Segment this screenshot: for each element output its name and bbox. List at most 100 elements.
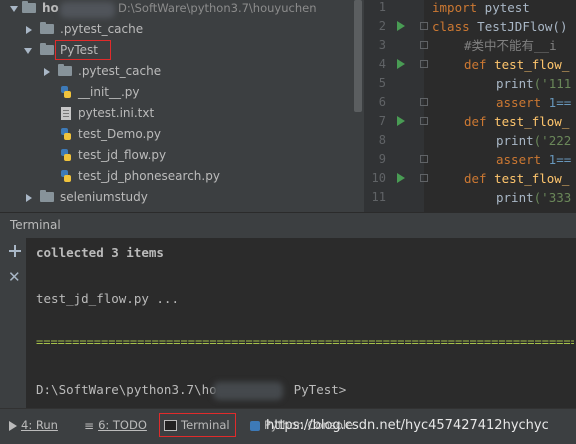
python-file-icon (60, 170, 72, 183)
line-number: 6 (378, 95, 386, 109)
code-builtin: print (496, 190, 534, 205)
code-function: test_flow_ (486, 114, 570, 129)
code-keyword: assert (496, 152, 542, 167)
run-tool-label: 4: Run (21, 418, 58, 432)
project-tree: ho D:\SoftWare\python3.7\houyuchen .pyte… (0, 0, 364, 212)
tree-scrollbar[interactable] (354, 0, 362, 112)
todo-tool-label: 6: TODO (98, 418, 147, 432)
run-test-icon[interactable] (397, 59, 405, 69)
run-test-icon[interactable] (397, 116, 405, 126)
tree-item-label: pytest.ini.txt (78, 106, 155, 120)
code-line: #类中不能有__i (464, 36, 557, 55)
fold-icon[interactable] (420, 22, 428, 30)
terminal-collected-line: collected 3 items (36, 245, 164, 260)
code-line: def test_flow_ (464, 112, 569, 131)
terminal-separator: ========================================… (36, 339, 574, 345)
list-icon: ≡ (84, 418, 95, 433)
terminal-tool-button[interactable]: Terminal (164, 410, 230, 440)
code-text: TestJDFlow() (469, 19, 568, 34)
tree-root-path: D:\SoftWare\python3.7\houyuchen (118, 1, 317, 15)
chevron-right-icon[interactable] (26, 26, 32, 34)
tree-item-label: .pytest_cache (78, 64, 162, 78)
python-file-icon (60, 128, 72, 141)
folder-icon (40, 22, 54, 34)
code-builtin: print (496, 133, 534, 148)
fold-icon[interactable] (420, 155, 428, 163)
line-number: 7 (378, 114, 386, 128)
terminal-title: Terminal (10, 218, 61, 232)
chevron-right-icon[interactable] (26, 194, 32, 202)
terminal-icon (164, 420, 177, 431)
code-builtin: print (496, 76, 534, 91)
code-keyword: class (432, 19, 470, 34)
code-keyword: def (464, 171, 487, 186)
run-test-icon[interactable] (397, 173, 405, 183)
fold-icon[interactable] (420, 60, 428, 68)
terminal-sidebar (0, 238, 26, 408)
prompt-suffix: PyTest> (293, 382, 347, 397)
tree-item-label: __init__.py (78, 85, 140, 99)
fold-icon[interactable] (420, 41, 428, 49)
chevron-right-icon[interactable] (44, 68, 50, 76)
package-icon (40, 190, 54, 202)
redacted-name (60, 2, 115, 18)
code-line: def test_flow_ (464, 55, 569, 74)
tree-item-label: test_jd_phonesearch.py (78, 169, 220, 183)
fold-icon[interactable] (420, 174, 428, 182)
code-keyword: def (464, 114, 487, 129)
code-keyword: def (464, 57, 487, 72)
code-number: 1== (541, 95, 572, 110)
tree-root-label: ho (42, 1, 59, 15)
line-number: 2 (378, 19, 386, 33)
tree-item-label: test_jd_flow.py (78, 148, 167, 162)
code-string: ('222 (533, 133, 572, 148)
python-console-icon (250, 420, 260, 431)
folder-icon (22, 1, 36, 13)
code-text: pytest (477, 0, 530, 15)
code-function: test_flow_ (486, 171, 570, 186)
code-comment: #类中不能有__i (464, 38, 557, 53)
folder-icon (58, 64, 72, 76)
terminal-header (0, 212, 576, 239)
code-string: ('111 (533, 76, 572, 91)
python-file-icon (60, 86, 72, 99)
code-keyword: import (432, 0, 478, 15)
close-icon[interactable]: ✕ (8, 270, 21, 285)
line-number: 11 (371, 190, 386, 204)
package-icon (40, 43, 54, 55)
terminal-prompt[interactable]: D:\SoftWare\python3.7\ho PyTest> (36, 382, 346, 397)
code-line: class TestJDFlow() (432, 17, 567, 36)
todo-tool-button[interactable]: ≡ 6: TODO (84, 410, 147, 440)
chevron-down-icon[interactable] (24, 48, 32, 54)
code-function: test_flow_ (486, 57, 570, 72)
watermark: https://blog.csdn.net/hyc457427412hychyc (266, 418, 549, 433)
code-line: assert 1== (496, 93, 571, 112)
tree-item-label: .pytest_cache (60, 22, 144, 36)
fold-icon[interactable] (420, 98, 428, 106)
line-number: 1 (378, 0, 386, 14)
line-number: 5 (378, 76, 386, 90)
code-string: ('333 (533, 190, 572, 205)
code-line: def test_flow_ (464, 169, 569, 188)
text-file-icon (61, 107, 71, 120)
tree-item-label: test_Demo.py (78, 127, 162, 141)
add-icon[interactable] (9, 245, 21, 257)
redacted-name (213, 382, 283, 400)
code-keyword: assert (496, 95, 542, 110)
run-tool-button[interactable]: 4: Run (9, 410, 58, 440)
fold-icon[interactable] (420, 117, 428, 125)
test-file-name: test_jd_flow.py ... (36, 291, 179, 306)
chevron-down-icon[interactable] (10, 6, 18, 12)
code-line: print('222 (496, 131, 571, 150)
code-number: 1== (541, 152, 572, 167)
python-file-icon (60, 149, 72, 162)
terminal-tool-label: Terminal (181, 418, 230, 432)
run-test-icon[interactable] (397, 21, 405, 31)
code-line: assert 1== (496, 150, 571, 169)
line-number: 9 (378, 152, 386, 166)
code-line: print('111 (496, 74, 571, 93)
highlight-box (55, 40, 111, 60)
line-number: 3 (378, 38, 386, 52)
play-icon (9, 420, 17, 431)
terminal-test-line: test_jd_flow.py ... (36, 291, 179, 306)
